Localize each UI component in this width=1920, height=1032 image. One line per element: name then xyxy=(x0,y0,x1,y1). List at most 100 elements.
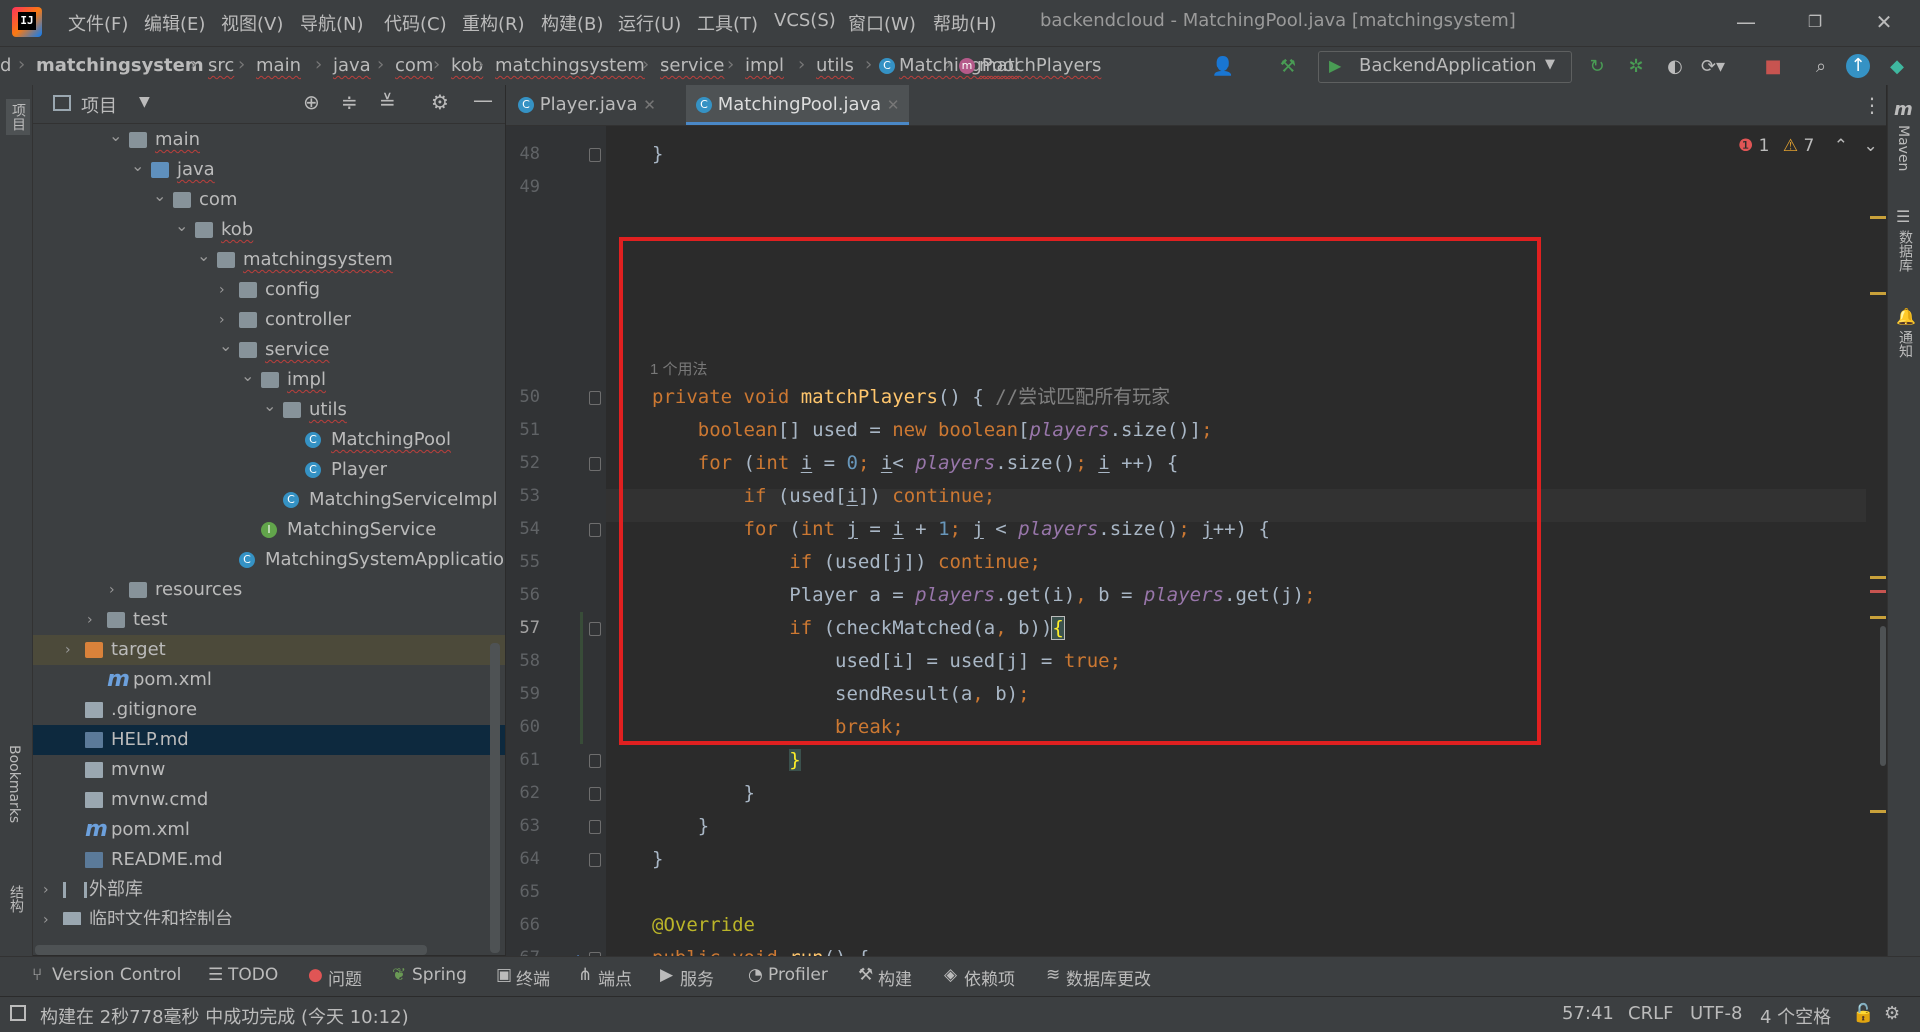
close-icon[interactable]: ✕ xyxy=(643,96,656,114)
chevron-right-icon[interactable]: › xyxy=(65,635,81,665)
maven-tool-button[interactable]: Maven xyxy=(1895,125,1911,171)
tree-item[interactable]: m pom.xml xyxy=(33,665,505,695)
bottom-tool-button[interactable]: 数据库更改 xyxy=(1066,965,1151,990)
file-encoding[interactable]: UTF-8 xyxy=(1690,1003,1742,1024)
tree-item[interactable]: C Player xyxy=(33,455,505,485)
caret-position[interactable]: 57:41 xyxy=(1562,1003,1614,1024)
tree-item[interactable]: › test xyxy=(33,605,505,635)
bottom-tool-button[interactable]: 端点 xyxy=(598,965,632,990)
tree-item[interactable]: ⌄ kob xyxy=(33,215,505,245)
menu-item-7[interactable]: 运行(U) xyxy=(618,10,681,35)
tree-item[interactable]: .gitignore xyxy=(33,695,505,725)
status-message[interactable]: 构建在 2秒778毫秒 中成功完成 (今天 10:12) xyxy=(40,1003,409,1029)
breadcrumb-item[interactable]: utils xyxy=(816,55,854,76)
project-panel-title[interactable]: 项目 xyxy=(81,92,117,118)
breadcrumb-item[interactable]: com xyxy=(395,55,433,76)
layout-icon[interactable] xyxy=(10,1005,26,1021)
chevron-down-icon[interactable]: ⌄ xyxy=(109,125,125,151)
tree-scrollbar[interactable] xyxy=(490,643,500,953)
chevron-right-icon[interactable]: › xyxy=(219,275,235,305)
chevron-down-icon[interactable]: ⌄ xyxy=(241,361,257,391)
breadcrumb-item[interactable]: matchPlayers xyxy=(979,55,1101,76)
database-tool-button[interactable]: 数据库 xyxy=(1895,230,1915,272)
tree-item[interactable]: ⌄ matchingsystem xyxy=(33,245,505,275)
close-icon[interactable]: ✕ xyxy=(887,96,900,114)
tree-item[interactable]: › resources xyxy=(33,575,505,605)
debug-icon[interactable]: ✲ xyxy=(1623,54,1649,80)
collapse-all-icon[interactable]: ≚ xyxy=(379,90,396,114)
breadcrumb-item[interactable]: main xyxy=(256,55,301,76)
breadcrumb-item[interactable]: impl xyxy=(745,55,784,76)
chevron-down-icon[interactable]: ⌄ xyxy=(175,211,191,241)
chevron-down-icon[interactable]: ⌄ xyxy=(263,391,279,421)
bottom-tool-button[interactable]: Version Control xyxy=(52,965,181,985)
locate-icon[interactable]: ⊕ xyxy=(303,90,320,114)
stop-icon[interactable]: ■ xyxy=(1760,54,1786,80)
bottom-tool-button[interactable]: 构建 xyxy=(878,965,912,990)
bottom-tool-button[interactable]: TODO xyxy=(228,965,278,985)
bell-icon[interactable]: 🔔 xyxy=(1896,307,1916,326)
close-button[interactable]: ✕ xyxy=(1866,6,1902,38)
menu-item-3[interactable]: 导航(N) xyxy=(300,10,364,35)
menu-item-2[interactable]: 视图(V) xyxy=(221,10,283,35)
bottom-tool-button[interactable]: 终端 xyxy=(516,965,550,990)
tree-item[interactable]: m pom.xml xyxy=(33,815,505,845)
menu-item-5[interactable]: 重构(R) xyxy=(462,10,525,35)
chevron-right-icon[interactable]: › xyxy=(87,605,103,635)
more-icon[interactable]: ⋮ xyxy=(1862,93,1882,117)
breadcrumb-item[interactable]: src xyxy=(208,55,234,76)
bottom-tool-button[interactable]: 问题 xyxy=(328,965,362,990)
rerun-icon[interactable]: ↻ xyxy=(1584,54,1610,80)
menu-item-4[interactable]: 代码(C) xyxy=(384,10,447,35)
tree-item[interactable]: ⌄ com xyxy=(33,185,505,215)
breadcrumb-item[interactable]: service xyxy=(660,55,724,76)
tree-item[interactable]: I MatchingService xyxy=(33,515,505,545)
maven-icon[interactable]: m xyxy=(1894,99,1913,120)
search-icon[interactable]: ⌕ xyxy=(1808,54,1834,80)
tree-item[interactable]: mvnw.cmd xyxy=(33,785,505,815)
run-config-select[interactable]: ▶ BackendApplication ▼ xyxy=(1318,51,1572,83)
tree-item[interactable]: › config xyxy=(33,275,505,305)
line-separator[interactable]: CRLF xyxy=(1628,1003,1673,1024)
menu-item-8[interactable]: 工具(T) xyxy=(697,10,758,35)
tree-item[interactable]: › target xyxy=(33,635,505,665)
tree-item[interactable]: C MatchingServiceImpl xyxy=(33,485,505,515)
bottom-tool-button[interactable]: 服务 xyxy=(680,965,714,990)
tree-hscrollbar[interactable] xyxy=(35,945,427,955)
indent-setting[interactable]: 4 个空格 xyxy=(1760,1003,1831,1029)
intellij-logo[interactable]: IJ xyxy=(12,7,42,37)
chevron-right-icon[interactable]: › xyxy=(43,905,59,925)
tree-item[interactable]: › controller xyxy=(33,305,505,335)
chevron-down-icon[interactable]: ⌄ xyxy=(219,331,235,361)
tree-item[interactable]: README.md xyxy=(33,845,505,875)
build-hammer-icon[interactable]: ⚒ xyxy=(1275,54,1301,80)
tab-player-java[interactable]: C Player.java ✕ xyxy=(518,85,656,125)
bookmarks-tool-button[interactable]: Bookmarks xyxy=(6,745,22,823)
chevron-down-icon[interactable]: ⌄ xyxy=(131,151,147,181)
user-icon[interactable]: 👤▾ xyxy=(1210,54,1236,103)
bottom-tool-button[interactable]: 依赖项 xyxy=(964,965,1015,990)
tree-item[interactable]: mvnw xyxy=(33,755,505,785)
profile-icon[interactable]: ⟳▾ xyxy=(1700,54,1726,80)
menu-item-10[interactable]: 窗口(W) xyxy=(848,10,916,35)
breadcrumb-item[interactable]: java xyxy=(333,55,371,76)
tree-item[interactable]: › 外部库 xyxy=(33,875,505,905)
bottom-tool-button[interactable]: Spring xyxy=(412,965,467,985)
tree-item[interactable]: C MatchingSystemApplication xyxy=(33,545,505,575)
coverage-icon[interactable]: ◐ xyxy=(1662,54,1688,80)
notifications-tool-button[interactable]: 通知 xyxy=(1895,330,1915,358)
database-icon[interactable]: ☰ xyxy=(1896,207,1910,226)
menu-item-1[interactable]: 编辑(E) xyxy=(144,10,205,35)
menu-item-11[interactable]: 帮助(H) xyxy=(933,10,997,35)
gear-icon[interactable]: ⚙ xyxy=(431,90,449,114)
error-stripe[interactable] xyxy=(1870,156,1886,956)
plugin-icon[interactable]: ◆ xyxy=(1884,54,1910,80)
minimize-button[interactable]: — xyxy=(1728,6,1764,38)
chevron-right-icon[interactable]: › xyxy=(43,875,59,905)
tree-item[interactable]: HELP.md xyxy=(33,725,505,755)
expand-all-icon[interactable]: ≑ xyxy=(341,90,358,114)
tree-item[interactable]: › 临时文件和控制台 xyxy=(33,905,505,925)
chevron-down-icon[interactable]: ⌄ xyxy=(153,181,169,211)
project-tool-button[interactable]: 项目 xyxy=(6,99,30,135)
bottom-tool-button[interactable]: Profiler xyxy=(768,965,828,985)
